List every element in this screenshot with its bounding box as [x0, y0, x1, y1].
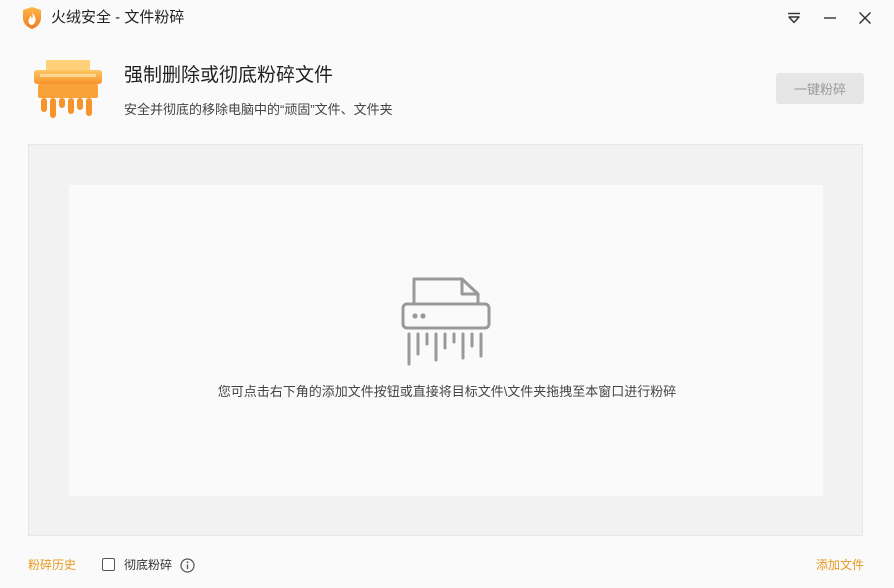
thorough-shred-checkbox[interactable]	[102, 558, 115, 571]
drop-hint-text: 您可点击右下角的添加文件按钮或直接将目标文件\文件夹拖拽至本窗口进行粉碎	[217, 384, 677, 399]
info-icon[interactable]	[180, 558, 195, 573]
page-subtitle: 安全并彻底的移除电脑中的“顽固”文件、文件夹	[124, 102, 393, 117]
title-bar: 火绒安全 - 文件粉碎	[0, 0, 894, 36]
flame-logo-icon	[23, 7, 41, 29]
minimize-button[interactable]	[818, 6, 842, 30]
add-file-link[interactable]: 添加文件	[816, 557, 864, 573]
one-click-shred-button[interactable]: 一键粉碎	[776, 73, 864, 104]
menu-dropdown-button[interactable]	[782, 6, 806, 30]
shred-history-link[interactable]: 粉碎历史	[28, 557, 76, 573]
window-title: 火绒安全 - 文件粉碎	[51, 9, 185, 26]
page-title: 强制删除或彻底粉碎文件	[124, 65, 334, 86]
minimize-icon	[824, 17, 836, 19]
shredder-icon	[401, 277, 491, 366]
close-icon	[859, 12, 871, 24]
menu-dropdown-icon	[788, 12, 800, 24]
close-button[interactable]	[853, 6, 877, 30]
thorough-shred-label[interactable]: 彻底粉碎	[124, 557, 172, 573]
shredder-orange-icon	[34, 60, 102, 118]
